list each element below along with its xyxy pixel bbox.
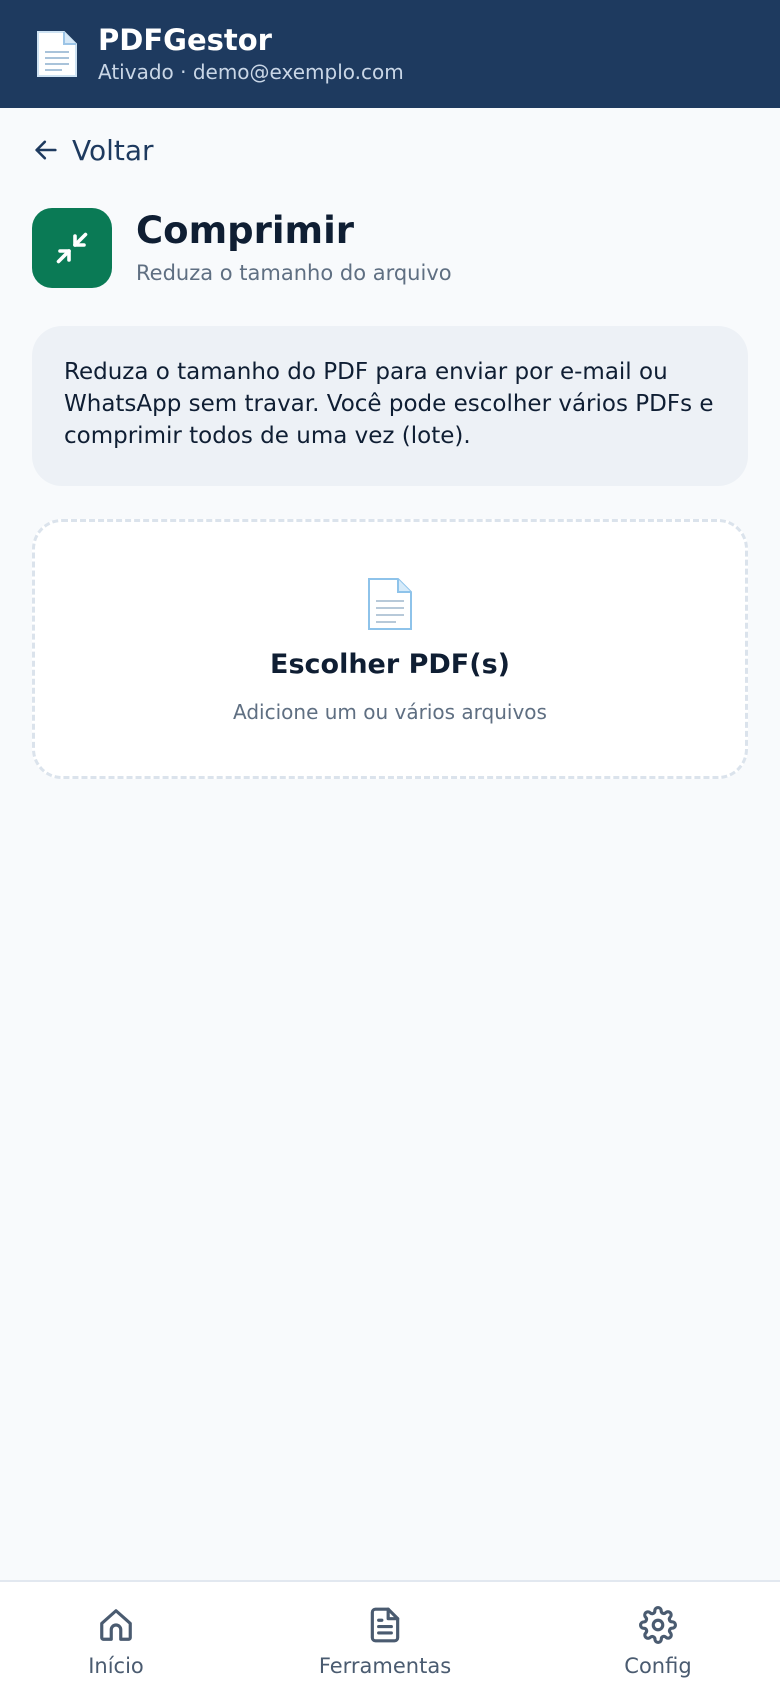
nav-item-home[interactable]: Início	[56, 1582, 176, 1688]
header-text: PDFGestor Ativado · demo@exemplo.com	[98, 22, 404, 86]
back-button[interactable]: Voltar	[32, 130, 154, 170]
nav-label-tools: Ferramentas	[318, 1654, 452, 1678]
info-text: Reduza o tamanho do PDF para enviar por …	[64, 359, 714, 449]
dropzone-subtitle: Adicione um ou vários arquivos	[233, 700, 547, 724]
page-title: Comprimir	[136, 209, 355, 252]
info-card: Reduza o tamanho do PDF para enviar por …	[32, 326, 748, 486]
tool-icon-badge	[32, 208, 112, 288]
app-header: PDFGestor Ativado · demo@exemplo.com	[0, 0, 780, 108]
nav-item-config[interactable]: Config	[598, 1582, 718, 1688]
nav-item-tools[interactable]: Ferramentas	[305, 1582, 465, 1688]
document-icon	[368, 578, 412, 630]
page-subtitle: Reduza o tamanho do arquivo	[136, 261, 452, 285]
bottom-nav: Início Ferramentas Config	[0, 1580, 780, 1688]
app-root: PDFGestor Ativado · demo@exemplo.com Vol…	[0, 0, 780, 1688]
home-icon	[100, 1609, 132, 1641]
gear-icon	[639, 1606, 677, 1644]
nav-label-config: Config	[624, 1654, 692, 1678]
back-label: Voltar	[72, 133, 154, 167]
dropzone-title: Escolher PDF(s)	[270, 649, 510, 680]
tool-title-block: Comprimir Reduza o tamanho do arquivo	[136, 208, 452, 288]
compress-icon	[56, 232, 88, 264]
tool-header: Comprimir Reduza o tamanho do arquivo	[32, 208, 452, 288]
pdf-dropzone[interactable]: Escolher PDF(s) Adicione um ou vários ar…	[32, 519, 748, 779]
app-title: PDFGestor	[98, 23, 272, 57]
arrow-left-icon	[35, 140, 57, 160]
nav-label-home: Início	[88, 1654, 144, 1678]
activation-status: Ativado · demo@exemplo.com	[98, 60, 404, 84]
document-logo-icon	[37, 31, 77, 77]
document-icon	[370, 1607, 400, 1643]
